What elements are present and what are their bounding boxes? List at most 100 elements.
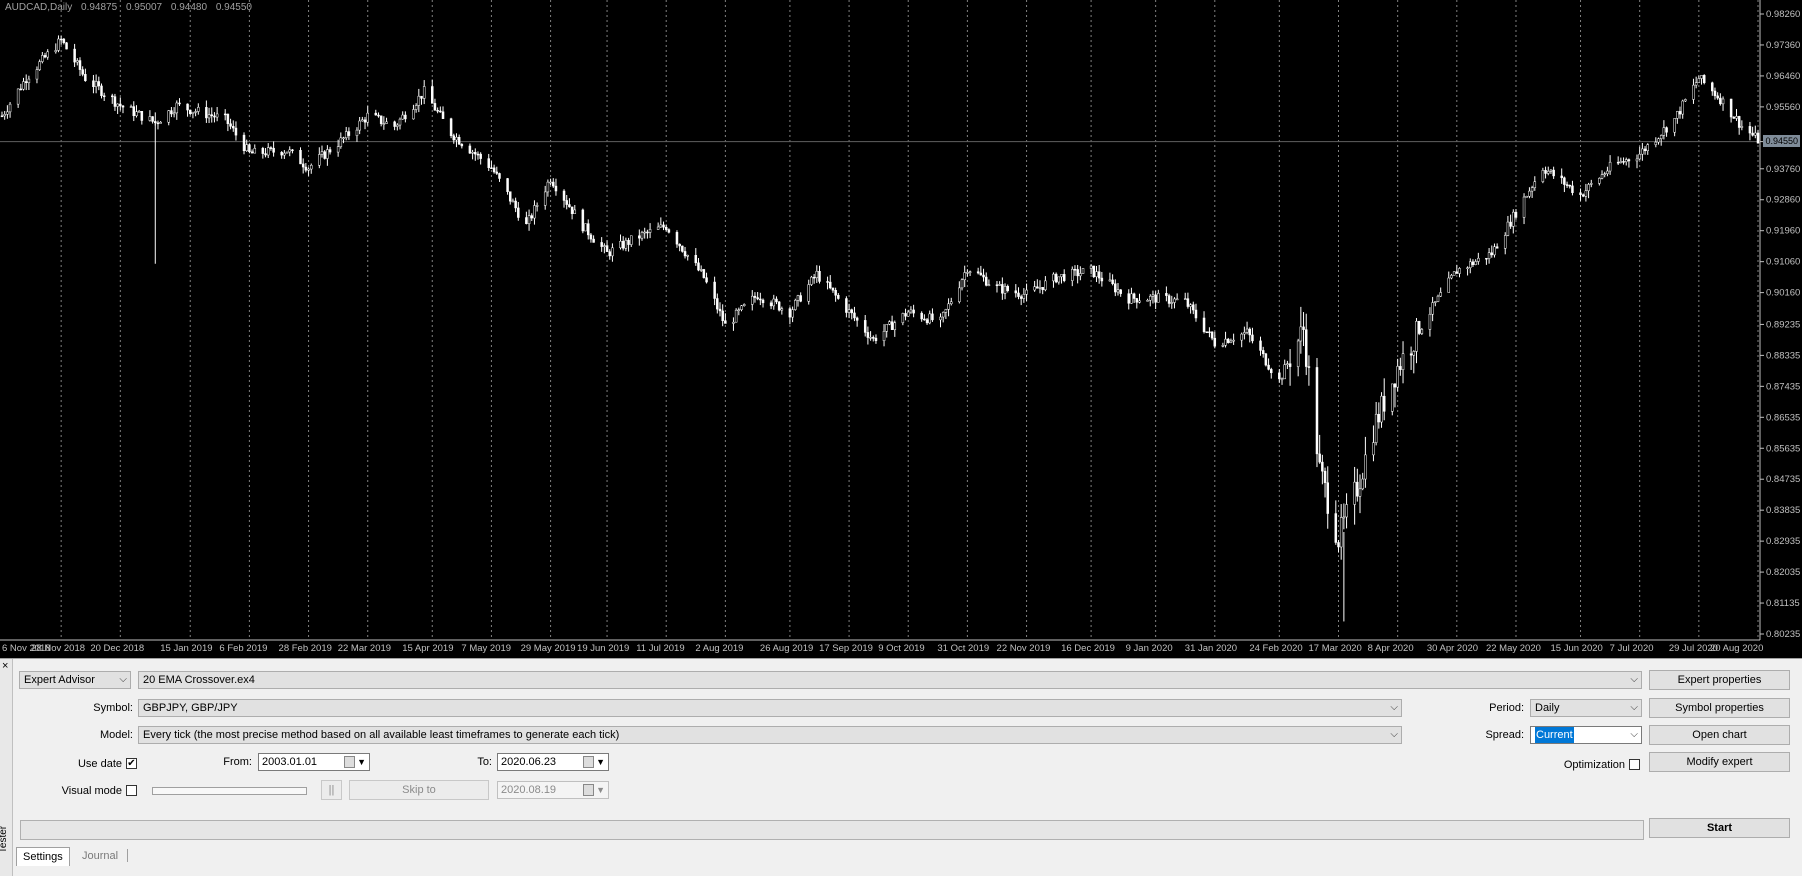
speed-slider[interactable] [152,787,307,795]
candle-body [987,284,991,286]
candle-body [62,38,66,43]
candle-body [780,308,784,311]
skip-to-button[interactable]: Skip to [349,780,489,800]
symbol-properties-button[interactable]: Symbol properties [1649,698,1790,718]
candle-body [1299,326,1303,342]
period-select[interactable]: Daily ⌵ [1530,699,1642,717]
candle-body [272,147,275,153]
visual-mode-checkbox[interactable] [126,785,137,796]
to-date-input[interactable]: 2020.06.23 ▼ [497,753,609,771]
candle-body [102,95,106,97]
spread-select[interactable]: Current ⌵ [1530,726,1642,744]
candle-body [229,123,232,127]
candle-body [1571,185,1574,193]
candle-body [796,295,800,301]
candle-body [1412,351,1416,356]
from-date-input[interactable]: 2003.01.01 ▼ [258,753,370,771]
candle-body [1676,111,1679,119]
candle-body [1259,340,1262,351]
candle-body [901,313,905,324]
date-tick-label: 9 Oct 2019 [878,643,924,654]
candle-body [1396,366,1399,388]
expert-select[interactable]: 20 EMA Crossover.ex4 ⌵ [138,671,1642,689]
chevron-down-icon: ⌵ [1390,702,1398,713]
ohlc-low: 0.94480 [170,2,208,13]
mode-select[interactable]: Expert Advisor ⌵ [19,671,131,689]
price-tick-label: 0.82035 [1766,567,1800,578]
candle-body [511,200,515,203]
candle-body [995,284,999,286]
candle-body [59,38,63,41]
optimization-checkbox[interactable] [1629,759,1640,770]
skip-date-input[interactable]: 2020.08.19 ▼ [497,781,609,799]
candle-body [1296,340,1300,367]
candle-body [1248,328,1252,336]
candle-body [1417,321,1421,334]
candle-body [1321,461,1324,472]
ohlc-close: 0.94550 [215,2,252,13]
candle-body [958,287,961,303]
candle-body [404,114,407,120]
candle-body [0,115,4,118]
candle-body [713,281,716,299]
model-select[interactable]: Every tick (the most precise method base… [138,726,1402,744]
candle-body [1380,395,1383,423]
use-date-checkbox[interactable]: ✔ [126,758,137,769]
candle-body [788,308,792,318]
candle-body [1232,339,1235,342]
close-icon[interactable]: × [2,661,8,672]
candle-body [1119,289,1122,294]
candle-body [100,85,103,96]
candle-body [328,149,332,153]
candle-body [514,200,517,209]
calendar-icon[interactable] [344,756,355,768]
candle-body [1318,453,1321,463]
candle-body [135,111,138,117]
expert-properties-button[interactable]: Expert properties [1649,670,1790,690]
candle-body [449,118,453,136]
candle-body [1512,211,1515,227]
dropdown-arrow-icon[interactable]: ▼ [596,754,605,770]
open-chart-button[interactable]: Open chart [1649,725,1790,745]
candle-body [1170,302,1174,304]
pause-button[interactable]: || [321,780,342,800]
date-tick-label: 8 Apr 2020 [1368,643,1414,654]
tester-sidebar: × Tester [0,659,13,876]
candle-body [799,295,802,302]
candle-body [84,74,87,82]
chevron-down-icon: ⌵ [1630,702,1638,713]
symbol-select[interactable]: GBPJPY, GBP/JPY ⌵ [138,699,1402,717]
candle-body [1116,289,1120,293]
candle-body [829,281,832,289]
candle-body [1025,289,1028,295]
candle-body [1495,246,1499,249]
candle-body [872,337,875,339]
candle-body [1345,504,1348,518]
date-tick-label: 15 Jan 2019 [160,643,212,654]
candle-body [1224,338,1227,346]
candle-body [667,229,671,233]
price-chart[interactable]: 6 Nov 2018 28 Nov 2018 20 Dec 2018 15 Jan 2… [0,0,1802,658]
candle-body [1062,274,1066,281]
dropdown-arrow-icon[interactable]: ▼ [596,782,605,798]
dropdown-arrow-icon[interactable]: ▼ [357,754,366,770]
calendar-icon[interactable] [583,756,594,768]
candle-body [1756,132,1760,144]
start-button[interactable]: Start [1649,818,1790,838]
candle-body [1522,196,1526,218]
candle-body [1587,184,1590,192]
candle-body [1127,293,1130,304]
candle-body [78,60,82,70]
tab-settings[interactable]: Settings [16,847,70,866]
candle-body [320,151,324,155]
tab-journal[interactable]: Journal [76,847,124,865]
calendar-icon[interactable] [583,784,594,796]
candle-body [355,129,359,136]
modify-expert-button[interactable]: Modify expert [1649,752,1790,772]
candle-body [433,103,437,111]
candle-body [1638,153,1641,160]
candle-body [732,321,735,324]
candle-body [1493,246,1496,256]
candle-body [882,330,886,341]
candle-body [818,270,821,282]
